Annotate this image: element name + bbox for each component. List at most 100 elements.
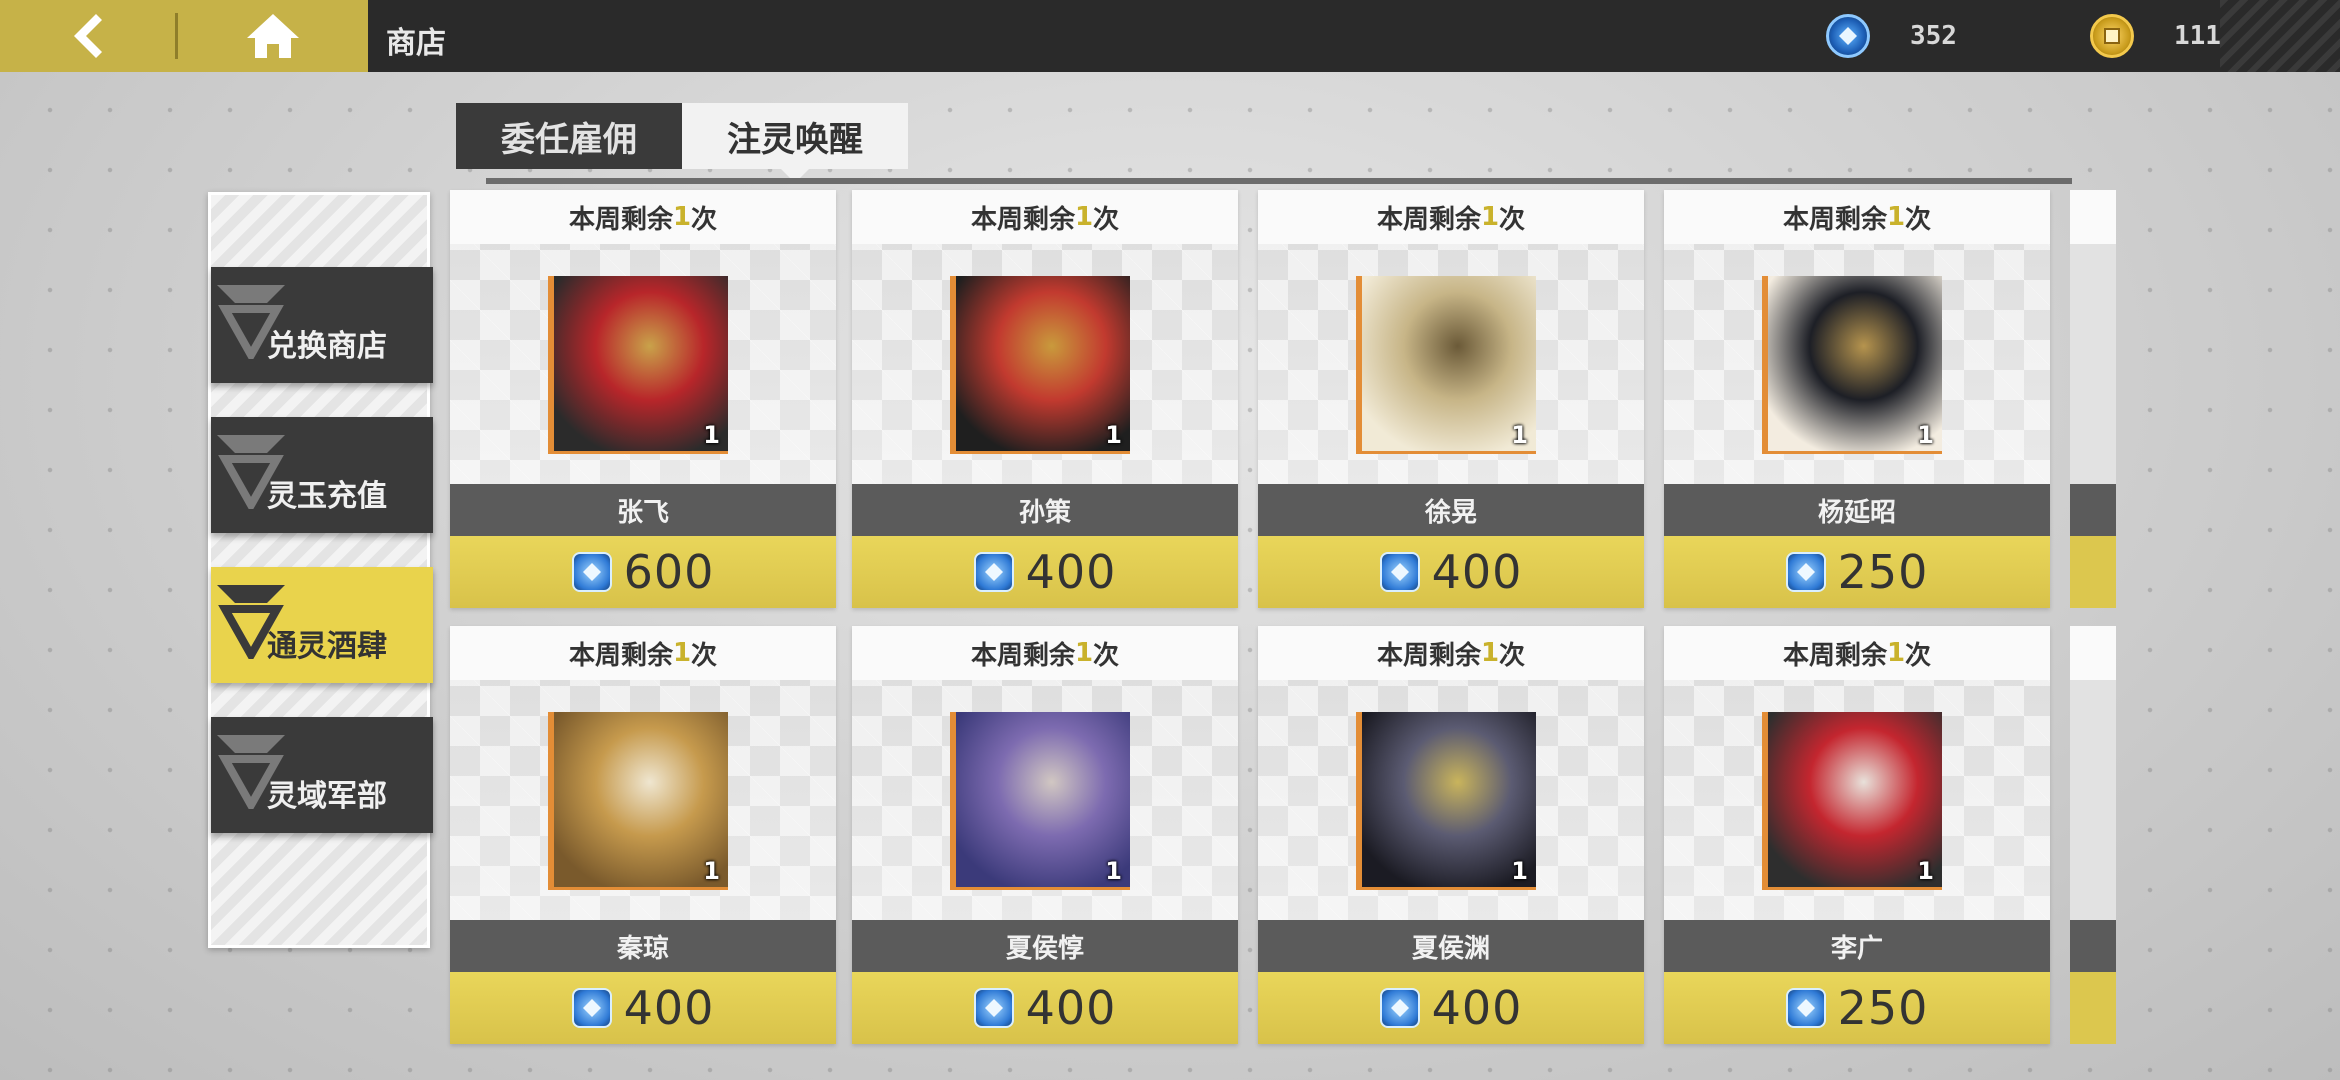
limit-prefix: 本周剩余 — [970, 640, 1075, 671]
top-bar: 商店 352 111 — [0, 0, 2340, 72]
quantity-badge: 1 — [1511, 857, 1528, 885]
quantity-badge: 1 — [1917, 421, 1934, 449]
sidebar-item-exchange-shop[interactable]: 兑换商店 — [211, 267, 433, 383]
sidebar: 兑换商店 灵玉充值 通灵酒肆 灵域军部 — [208, 192, 433, 948]
nav-block — [0, 0, 368, 72]
price-bar[interactable]: 400 — [1258, 972, 1644, 1044]
weekly-limit: 本周剩余 1 次 — [852, 190, 1238, 244]
hero-name: 徐晃 — [1258, 484, 1644, 536]
price-bar[interactable]: 400 — [1258, 536, 1644, 608]
quantity-badge: 1 — [703, 857, 720, 885]
weekly-limit: 本周剩余 1 次 — [1664, 190, 2050, 244]
back-arrow-icon — [73, 14, 102, 58]
stub-price-bar — [2070, 536, 2116, 608]
currency-jade-value: 352 — [1910, 21, 1957, 51]
price-bar[interactable]: 400 — [450, 972, 836, 1044]
currency-jade[interactable]: 352 — [1826, 12, 1957, 60]
limit-count: 1 — [672, 638, 692, 668]
tab-bar: 委任雇佣 注灵唤醒 — [456, 103, 908, 183]
hero-portrait: 1 — [548, 712, 728, 890]
limit-suffix: 次 — [691, 204, 718, 235]
stub-body — [2070, 244, 2116, 484]
shop-card[interactable]: 本周剩余 1 次 1 张飞 600 — [450, 190, 836, 608]
back-button[interactable] — [0, 0, 175, 72]
page-title: 商店 — [386, 26, 446, 61]
weekly-limit: 本周剩余 1 次 — [1258, 626, 1644, 680]
jade-icon — [1379, 988, 1420, 1028]
stub-top — [2070, 190, 2116, 244]
sidebar-item-label: 兑换商店 — [267, 329, 387, 364]
limit-prefix: 本周剩余 — [1376, 204, 1481, 235]
limit-suffix: 次 — [1499, 204, 1526, 235]
price-bar[interactable]: 400 — [852, 972, 1238, 1044]
price-bar[interactable]: 400 — [852, 536, 1238, 608]
limit-suffix: 次 — [1093, 640, 1120, 671]
hero-name: 秦琼 — [450, 920, 836, 972]
shop-card[interactable]: 本周剩余 1 次 1 李广 250 — [1664, 626, 2050, 1044]
weekly-limit: 本周剩余 1 次 — [450, 190, 836, 244]
shop-card[interactable]: 本周剩余 1 次 1 徐晃 400 — [1258, 190, 1644, 608]
shop-card[interactable]: 本周剩余 1 次 1 杨延昭 250 — [1664, 190, 2050, 608]
sidebar-item-label: 灵域军部 — [267, 779, 387, 814]
home-button[interactable] — [178, 0, 368, 72]
jade-icon — [571, 552, 612, 592]
price-bar[interactable]: 250 — [1664, 536, 2050, 608]
limit-suffix: 次 — [1093, 204, 1120, 235]
stub-top — [2070, 626, 2116, 680]
weekly-limit: 本周剩余 1 次 — [1664, 626, 2050, 680]
price-bar[interactable]: 600 — [450, 536, 836, 608]
tab-underline — [486, 178, 2072, 184]
shop-card[interactable]: 本周剩余 1 次 1 秦琼 400 — [450, 626, 836, 1044]
price-bar[interactable]: 250 — [1664, 972, 2050, 1044]
price-value: 250 — [1837, 981, 1929, 1035]
price-value: 600 — [623, 545, 715, 599]
hero-portrait: 1 — [1762, 712, 1942, 890]
next-card-stub[interactable] — [2070, 626, 2116, 1044]
weekly-limit: 本周剩余 1 次 — [450, 626, 836, 680]
hero-portrait: 1 — [950, 276, 1130, 454]
sidebar-item-spirit-tavern[interactable]: 通灵酒肆 — [211, 567, 433, 683]
shop-card[interactable]: 本周剩余 1 次 1 夏侯渊 400 — [1258, 626, 1644, 1044]
weekly-limit: 本周剩余 1 次 — [1258, 190, 1644, 244]
quantity-badge: 1 — [1917, 857, 1934, 885]
topbar-stripes — [2220, 0, 2340, 72]
sidebar-item-label: 通灵酒肆 — [267, 629, 387, 664]
stub-body — [2070, 680, 2116, 920]
quantity-badge: 1 — [1105, 857, 1122, 885]
limit-count: 1 — [1480, 202, 1500, 232]
jade-icon — [1826, 14, 1870, 58]
currency-coin[interactable]: 111 — [2090, 12, 2221, 60]
stub-name-bar — [2070, 484, 2116, 536]
tab-spirit-awaken[interactable]: 注灵唤醒 — [682, 103, 908, 183]
hero-name: 李广 — [1664, 920, 2050, 972]
limit-prefix: 本周剩余 — [568, 204, 673, 235]
limit-count: 1 — [1886, 202, 1906, 232]
jade-icon — [973, 988, 1014, 1028]
limit-prefix: 本周剩余 — [970, 204, 1075, 235]
hero-portrait: 1 — [548, 276, 728, 454]
sidebar-item-spirit-army[interactable]: 灵域军部 — [211, 717, 433, 833]
limit-suffix: 次 — [1905, 204, 1932, 235]
hero-name: 夏侯惇 — [852, 920, 1238, 972]
price-value: 400 — [1025, 545, 1117, 599]
jade-icon — [1785, 988, 1826, 1028]
limit-count: 1 — [1074, 202, 1094, 232]
limit-suffix: 次 — [691, 640, 718, 671]
next-card-stub[interactable] — [2070, 190, 2116, 608]
limit-suffix: 次 — [1905, 640, 1932, 671]
limit-count: 1 — [1886, 638, 1906, 668]
shop-card[interactable]: 本周剩余 1 次 1 夏侯惇 400 — [852, 626, 1238, 1044]
shop-card[interactable]: 本周剩余 1 次 1 孙策 400 — [852, 190, 1238, 608]
sidebar-item-jade-recharge[interactable]: 灵玉充值 — [211, 417, 433, 533]
tab-commission-hire[interactable]: 委任雇佣 — [456, 103, 682, 169]
hero-name: 夏侯渊 — [1258, 920, 1644, 972]
coin-icon — [2090, 14, 2134, 58]
limit-prefix: 本周剩余 — [1782, 204, 1887, 235]
weekly-limit: 本周剩余 1 次 — [852, 626, 1238, 680]
hero-portrait: 1 — [1356, 712, 1536, 890]
stub-name-bar — [2070, 920, 2116, 972]
price-value: 400 — [1431, 981, 1523, 1035]
price-value: 400 — [1431, 545, 1523, 599]
currency-coin-value: 111 — [2174, 21, 2221, 51]
limit-count: 1 — [672, 202, 692, 232]
